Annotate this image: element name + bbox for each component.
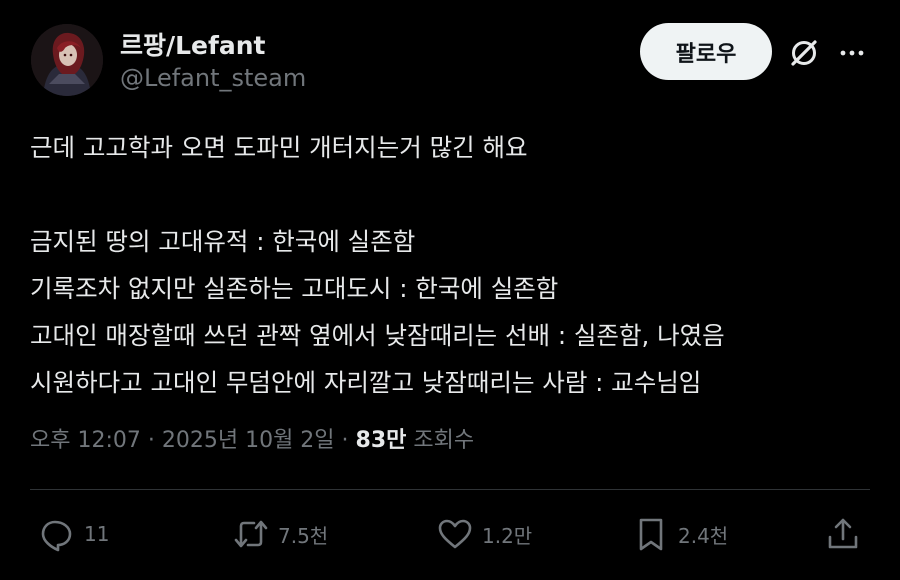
author-display-name[interactable]: 르팡/Lefant <box>120 26 266 62</box>
author-handle[interactable]: @Lefant_steam <box>120 64 306 92</box>
tweet-line: 근데 고고학과 오면 도파민 개터지는거 많긴 해요 <box>30 133 528 162</box>
tweet-time[interactable]: 오후 12:07 <box>30 428 141 453</box>
more-icon[interactable] <box>836 39 868 67</box>
share-icon <box>828 518 858 549</box>
follow-button[interactable]: 팔로우 <box>640 23 772 80</box>
meta-separator: · <box>140 428 162 453</box>
avatar-image <box>31 24 103 96</box>
views-count: 83만 <box>355 428 407 453</box>
tweet-meta: 오후 12:07 · 2025년 10월 2일 · 83만 조회수 <box>30 422 474 454</box>
divider <box>30 489 870 490</box>
tweet-line: 고대인 매장할때 쓰던 관짝 옆에서 낮잠때리는 선배 : 실존함, 나였음 <box>30 321 725 350</box>
tweet-line: 시원하다고 고대인 무덤안에 자리깔고 낮잠때리는 사람 : 교수님임 <box>30 368 702 397</box>
like-count: 1.2만 <box>482 523 533 548</box>
like-icon <box>438 519 472 549</box>
retweet-count: 7.5천 <box>278 523 329 548</box>
views-label: 조회수 <box>413 428 475 453</box>
tweet-text: 근데 고고학과 오면 도파민 개터지는거 많긴 해요 금지된 땅의 고대유적 :… <box>30 124 880 406</box>
share-button[interactable] <box>824 514 862 554</box>
tweet-line: 기록조차 없지만 실존하는 고대도시 : 한국에 실존함 <box>30 274 559 303</box>
retweet-icon <box>234 520 268 548</box>
retweet-button[interactable]: 7.5천 <box>232 514 328 554</box>
meta-separator: · <box>334 428 356 453</box>
tweet-date[interactable]: 2025년 10월 2일 <box>162 428 335 453</box>
reply-button[interactable]: 11 <box>38 514 109 554</box>
bookmark-button[interactable]: 2.4천 <box>632 514 728 554</box>
reply-count: 11 <box>84 522 110 546</box>
like-button[interactable]: 1.2만 <box>436 514 532 554</box>
bookmark-count: 2.4천 <box>678 523 729 548</box>
grok-icon[interactable] <box>786 35 822 71</box>
tweet-line: 금지된 땅의 고대유적 : 한국에 실존함 <box>30 227 416 256</box>
bookmark-icon <box>639 518 663 551</box>
avatar[interactable] <box>31 24 103 96</box>
reply-icon <box>41 520 72 552</box>
